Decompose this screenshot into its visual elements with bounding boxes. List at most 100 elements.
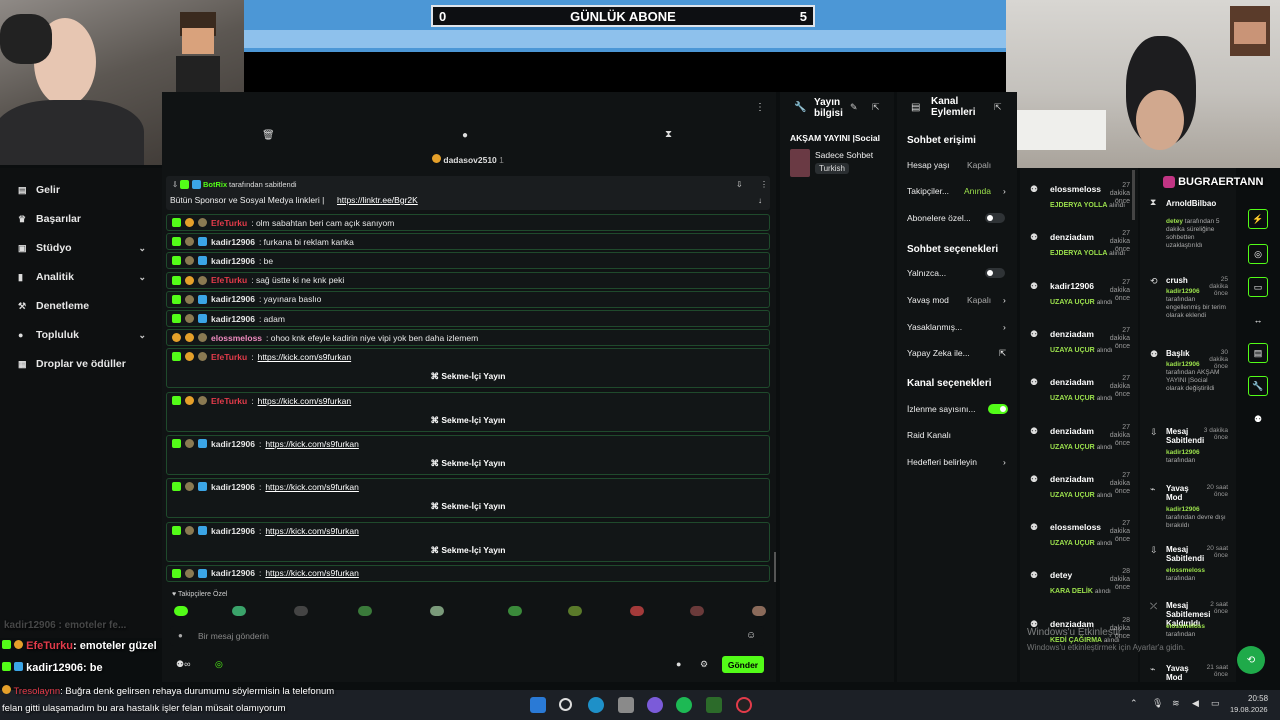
microphone-icon[interactable]: 🎙 bbox=[1152, 698, 1163, 709]
emoji-icon[interactable]: ☺ bbox=[746, 630, 756, 641]
feed-scrollbar[interactable] bbox=[1132, 170, 1135, 220]
chat-username[interactable]: kadir12906 bbox=[211, 237, 255, 247]
pinned-link[interactable]: https://linktr.ee/Bgr2K bbox=[337, 195, 418, 205]
chat-username[interactable]: kadir12906 bbox=[211, 526, 255, 536]
quick-action-panel-button[interactable]: ▤ bbox=[1248, 343, 1268, 363]
battery-icon[interactable]: ▭ bbox=[1211, 698, 1220, 709]
chat-username[interactable]: EfeTurku bbox=[211, 396, 247, 406]
trash-icon[interactable]: 🗑 bbox=[262, 130, 275, 141]
chat-message[interactable]: EfeTurku: https://kick.com/s9furkan ⌘ Sek… bbox=[166, 391, 770, 432]
emote-icon[interactable] bbox=[430, 606, 444, 616]
chat-username[interactable]: kadir12906 bbox=[211, 439, 255, 449]
chat-message[interactable]: kadir12906: https://kick.com/s9furkan ⌘ S… bbox=[166, 521, 770, 562]
emote-icon[interactable] bbox=[752, 606, 766, 616]
chat-username[interactable]: kadir12906 bbox=[211, 294, 255, 304]
clock-time[interactable]: 20:58 bbox=[1248, 694, 1268, 703]
more-menu-icon[interactable]: ⋮ bbox=[755, 102, 765, 113]
chat-message[interactable]: kadir12906: https://kick.com/s9furkan bbox=[166, 564, 770, 582]
popout-icon[interactable]: ⇱ bbox=[872, 102, 880, 113]
embed-stream-preview[interactable]: ⌘ Sekme-İçi Yayın bbox=[167, 501, 769, 512]
sidebar-item-topluluk[interactable]: ● Topluluk ⌄ bbox=[18, 329, 146, 341]
emote-only-toggle[interactable] bbox=[985, 268, 1005, 278]
floating-action-button[interactable]: ⟲ bbox=[1237, 646, 1265, 674]
quick-action-chat-button[interactable]: ▭ bbox=[1248, 277, 1268, 297]
unpin-icon[interactable]: ⇩ bbox=[736, 180, 743, 189]
emote-icon[interactable] bbox=[174, 606, 188, 616]
chat-link[interactable]: https://kick.com/s9furkan bbox=[265, 526, 359, 536]
kick-icon[interactable]: ◎ bbox=[215, 659, 223, 670]
wifi-icon[interactable]: ≋ bbox=[1172, 698, 1180, 709]
sidebar-item-basarilar[interactable]: ♛ Başarılar bbox=[18, 213, 146, 225]
chat-message[interactable]: kadir12906: yayınara baslıo bbox=[166, 290, 770, 308]
subs-only-toggle[interactable] bbox=[985, 213, 1005, 223]
windows-start-icon[interactable] bbox=[530, 697, 546, 713]
chevron-up-icon[interactable]: ⌃ bbox=[1130, 698, 1138, 709]
more-icon[interactable]: ⋮ bbox=[760, 180, 768, 189]
chat-message[interactable]: EfeTurku: olm sabahtan beri cam açık san… bbox=[166, 214, 770, 231]
chat-username[interactable]: kadir12906 bbox=[211, 568, 255, 578]
pinned-message[interactable]: ⇩ BotRix tarafından sabitlendi Bütün Spo… bbox=[166, 176, 770, 210]
emote-icon[interactable] bbox=[568, 606, 582, 616]
spotify-icon[interactable] bbox=[676, 697, 692, 713]
edit-icon[interactable]: ✎ bbox=[850, 102, 858, 113]
chat-icon[interactable]: ● bbox=[676, 659, 681, 669]
chat-message[interactable]: kadir12906: https://kick.com/s9furkan ⌘ S… bbox=[166, 478, 770, 519]
settings-gear-icon[interactable]: ⚙ bbox=[700, 659, 708, 670]
quick-action-circle-button[interactable]: ◎ bbox=[1248, 244, 1268, 264]
quick-action-embed-button[interactable]: ↔ bbox=[1248, 310, 1268, 330]
emote-icon[interactable] bbox=[294, 606, 308, 616]
chat-username[interactable]: kadir12906 bbox=[211, 482, 255, 492]
embed-stream-preview[interactable]: ⌘ Sekme-İçi Yayın bbox=[167, 371, 769, 382]
sidebar-item-denetleme[interactable]: ⚒ Denetleme bbox=[18, 300, 146, 312]
chat-link[interactable]: https://kick.com/s9furkan bbox=[265, 482, 359, 492]
chat-message[interactable]: EfeTurku: sağ üstte ki ne knk peki bbox=[166, 271, 770, 289]
chat-link[interactable]: https://kick.com/s9furkan bbox=[258, 352, 352, 362]
emote-icon[interactable] bbox=[630, 606, 644, 616]
sidebar-item-gelir[interactable]: ▤ Gelir bbox=[18, 184, 146, 196]
chat-username[interactable]: EfeTurku bbox=[211, 218, 247, 228]
viewer-count-toggle[interactable] bbox=[988, 404, 1008, 414]
sidebar-item-studyo[interactable]: ▣ Stüdyo ⌄ bbox=[18, 242, 146, 254]
embed-stream-preview[interactable]: ⌘ Sekme-İçi Yayın bbox=[167, 458, 769, 469]
chat-link[interactable]: https://kick.com/s9furkan bbox=[265, 568, 359, 578]
chat-username[interactable]: kadir12906 bbox=[211, 314, 255, 324]
chat-username[interactable]: EfeTurku bbox=[211, 275, 247, 285]
send-button[interactable]: Gönder bbox=[722, 656, 764, 673]
terminal-icon[interactable] bbox=[706, 697, 722, 713]
embed-stream-preview[interactable]: ⌘ Sekme-İçi Yayın bbox=[167, 545, 769, 556]
emote-icon[interactable] bbox=[508, 606, 522, 616]
hourglass-icon[interactable]: ⧗ bbox=[665, 129, 672, 140]
sidebar-item-analitik[interactable]: ▮ Analitik ⌄ bbox=[18, 271, 146, 283]
chat-scrollbar[interactable] bbox=[774, 552, 776, 582]
quick-action-wrench-button[interactable]: 🔧 bbox=[1248, 376, 1268, 396]
search-icon[interactable] bbox=[559, 698, 572, 711]
sidebar-item-droplar[interactable]: ▦ Droplar ve ödüller bbox=[18, 358, 146, 370]
quick-action-lightning-button[interactable]: ⚡ bbox=[1248, 209, 1268, 229]
discord-icon[interactable] bbox=[647, 697, 663, 713]
popout-icon[interactable]: ⇱ bbox=[994, 102, 1002, 113]
volume-icon[interactable]: ◀ bbox=[1192, 698, 1199, 709]
emote-icon[interactable] bbox=[358, 606, 372, 616]
clock-date[interactable]: 19.08.2026 bbox=[1230, 705, 1268, 714]
emote-icon[interactable] bbox=[232, 606, 246, 616]
chat-message[interactable]: elossmeloss: ohoo knk efeyle kadirin niy… bbox=[166, 329, 770, 347]
users-icon[interactable]: ⚉∞ bbox=[176, 659, 190, 670]
chat-message[interactable]: kadir12906: https://kick.com/s9furkan ⌘ S… bbox=[166, 435, 770, 475]
emote-icon[interactable] bbox=[690, 606, 704, 616]
chat-input[interactable]: ● Bir mesaj gönderin ☺ bbox=[170, 626, 764, 646]
collapse-icon[interactable]: ↓ bbox=[758, 196, 762, 205]
chat-message[interactable]: kadir12906: furkana bi reklam kanka bbox=[166, 233, 770, 251]
obs-icon[interactable] bbox=[736, 697, 752, 713]
chat-username[interactable]: elossmeloss bbox=[211, 333, 262, 343]
chat-message[interactable]: kadir12906: adam bbox=[166, 310, 770, 327]
chat-username[interactable]: kadir12906 bbox=[211, 256, 255, 266]
chat-username[interactable]: EfeTurku bbox=[211, 352, 247, 362]
chat-link[interactable]: https://kick.com/s9furkan bbox=[265, 439, 359, 449]
edge-browser-icon[interactable] bbox=[588, 697, 604, 713]
chat-message[interactable]: EfeTurku: https://kick.com/s9furkan ⌘ Sek… bbox=[166, 348, 770, 389]
quick-action-users-button[interactable]: ⚉ bbox=[1248, 409, 1268, 429]
embed-stream-preview[interactable]: ⌘ Sekme-İçi Yayın bbox=[167, 415, 769, 426]
chat-message[interactable]: kadir12906: be bbox=[166, 252, 770, 270]
file-explorer-icon[interactable] bbox=[618, 697, 634, 713]
chat-bubble-icon[interactable]: ● bbox=[462, 130, 468, 141]
